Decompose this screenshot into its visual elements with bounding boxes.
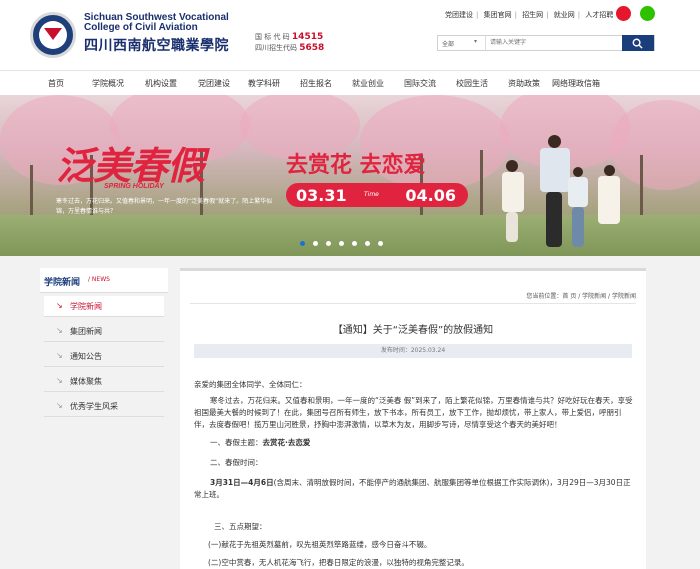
school-name-en: Sichuan Southwest Vocational College of … — [84, 12, 229, 33]
sidebar-title-en: / NEWS — [88, 276, 110, 283]
main-nav: 首页 学院概况 机构设置 党团建设 教学科研 招生报名 就业创业 国际交流 校园… — [0, 70, 700, 96]
nav-home[interactable]: 首页 — [48, 78, 64, 89]
divider — [190, 303, 636, 304]
article-section-3-item-2: (二)空中赏春，无人机花海飞行，把春日限定的浪漫，以独特的视角完整记录。 — [208, 558, 469, 567]
toplink-group[interactable]: 集团官网 — [481, 11, 515, 19]
banner-ground — [0, 215, 700, 256]
sidebar-item-student-showcase[interactable]: ↘ 优秀学生风采 — [44, 396, 164, 417]
article-section-3-item-1: (一)献花于先祖英烈墓前，叹先祖英烈筚路蓝缕，感今日奋斗不辍。 — [208, 540, 432, 549]
hero-banner[interactable]: 泛美春假 SPRING HOLIDAY 去赏花 去恋爱 03.31 Time 0… — [0, 95, 700, 256]
national-code-label: 国 标 代 码 — [255, 33, 290, 41]
sidebar-item-label: 优秀学生风采 — [70, 402, 118, 411]
search-input[interactable] — [485, 36, 620, 50]
sichuan-code-value: 5658 — [299, 43, 325, 53]
carousel-dot[interactable] — [339, 241, 344, 246]
sidebar-item-label: 集团新闻 — [70, 327, 102, 336]
carousel-dot[interactable] — [365, 241, 370, 246]
nav-aid[interactable]: 资助政策 — [508, 78, 540, 89]
article-section-2-label: 二、春假时间： — [210, 458, 263, 467]
nav-teaching[interactable]: 教学科研 — [248, 78, 280, 89]
carousel-dot[interactable] — [313, 241, 318, 246]
chevron-right-icon: ↘ — [56, 351, 63, 360]
chevron-right-icon: ↘ — [56, 301, 63, 310]
sidebar-item-media[interactable]: ↘ 媒体聚焦 — [44, 371, 164, 392]
chevron-right-icon: ↘ — [56, 401, 63, 410]
section-1-value: 去赏花·去恋爱 — [262, 438, 311, 447]
nav-campus-life[interactable]: 校园生活 — [456, 78, 488, 89]
top-links: 党团建设 | 集团官网 | 招生网 | 就业网 | 人才招聘 — [442, 10, 616, 20]
sidebar-item-label: 学院新闻 — [70, 302, 102, 311]
site-header: Sichuan Southwest Vocational College of … — [0, 0, 700, 70]
carousel-dot[interactable] — [378, 241, 383, 246]
sidebar-title: 学院新闻 — [44, 278, 81, 288]
section-2-dates: 3月31日—4月6日 — [210, 478, 274, 487]
banner-date-range: 03.31 Time 04.06 — [286, 183, 468, 207]
banner-caption: 寒冬过去，万花归来。又值春和景明，一年一度的“泛美春假”就来了。陌上繁华似锦，万… — [56, 198, 273, 215]
chevron-down-icon[interactable]: ▾ — [474, 38, 477, 45]
sidebar-item-group-news[interactable]: ↘ 集团新闻 — [44, 321, 164, 342]
chevron-right-icon: ↘ — [56, 376, 63, 385]
nav-employment[interactable]: 就业创业 — [352, 78, 384, 89]
date-mid-label: Time — [364, 191, 379, 198]
sidebar-item-label: 媒体聚焦 — [70, 377, 102, 386]
sidebar-item-college-news[interactable]: ↘ 学院新闻 — [44, 296, 164, 317]
article-section-2: 3月31日—4月6日(含周末、清明放假时间，不能停产的通航集团、航服集团等单位根… — [194, 477, 634, 501]
school-codes: 国 标 代 码 14515 四川招生代码 5658 — [255, 32, 324, 54]
carousel-dot[interactable] — [300, 241, 305, 246]
carousel-dot[interactable] — [352, 241, 357, 246]
breadcrumb[interactable]: 您当前位置：首 页 / 学院新闻 / 学院新闻 — [526, 291, 636, 300]
nav-departments[interactable]: 机构设置 — [145, 78, 177, 89]
article-panel: 您当前位置：首 页 / 学院新闻 / 学院新闻 【通知】关于“泛美春假”的放假通… — [180, 268, 646, 569]
date-start: 03.31 — [296, 186, 347, 205]
toplink-party[interactable]: 党团建设 — [442, 11, 476, 19]
article-greeting: 亲爱的集团全体同学、全体同仁： — [194, 380, 307, 389]
tree-trunk — [480, 150, 483, 225]
sidebar-item-notices[interactable]: ↘ 通知公告 — [44, 346, 164, 367]
nav-overview[interactable]: 学院概况 — [92, 78, 124, 89]
search-bar: 全部 ▾ — [437, 35, 655, 51]
toplink-employment[interactable]: 就业网 — [551, 11, 578, 19]
school-name-cn: 四川西南航空職業學院 — [84, 38, 229, 54]
national-code-value: 14515 — [291, 32, 324, 42]
carousel-dot[interactable] — [326, 241, 331, 246]
search-icon — [632, 38, 643, 49]
nav-admission[interactable]: 招生报名 — [300, 78, 332, 89]
search-button[interactable] — [622, 35, 654, 51]
article-title: 【通知】关于“泛美春假”的放假通知 — [332, 325, 494, 336]
weibo-icon[interactable] — [616, 6, 631, 21]
banner-subtitle: SPRING HOLIDAY — [104, 183, 164, 190]
chevron-right-icon: ↘ — [56, 326, 63, 335]
banner-slogan: 去赏花 去恋爱 — [286, 153, 426, 178]
toplink-recruit[interactable]: 人才招聘 — [582, 11, 616, 19]
sidebar-header: 学院新闻 / NEWS — [40, 268, 168, 293]
search-scope-select[interactable]: 全部 — [442, 39, 454, 48]
section-1-label: 一、春假主题： — [210, 438, 263, 447]
banner-title: 泛美春假 — [56, 143, 205, 188]
nav-party[interactable]: 党团建设 — [198, 78, 230, 89]
article-meta: 发布时间：2025.03.24 — [194, 344, 632, 358]
nav-mailbox[interactable]: 网络理政信箱 — [552, 78, 600, 89]
sichuan-code-label: 四川招生代码 — [255, 44, 297, 52]
article-section-1: 一、春假主题：去赏花·去恋爱 — [210, 437, 650, 449]
date-end: 04.06 — [405, 186, 456, 205]
nav-international[interactable]: 国际交流 — [404, 78, 436, 89]
toplink-admission[interactable]: 招生网 — [519, 11, 546, 19]
wechat-icon[interactable] — [640, 6, 655, 21]
college-logo[interactable] — [30, 12, 76, 58]
article-section-3-label: 三、五点期望： — [214, 522, 267, 531]
article-intro: 寒冬过去，万花归来。又值春和景明，一年一度的“泛美春 假”到来了，陌上繁花似锦，… — [194, 396, 633, 429]
sidebar-item-label: 通知公告 — [70, 352, 102, 361]
